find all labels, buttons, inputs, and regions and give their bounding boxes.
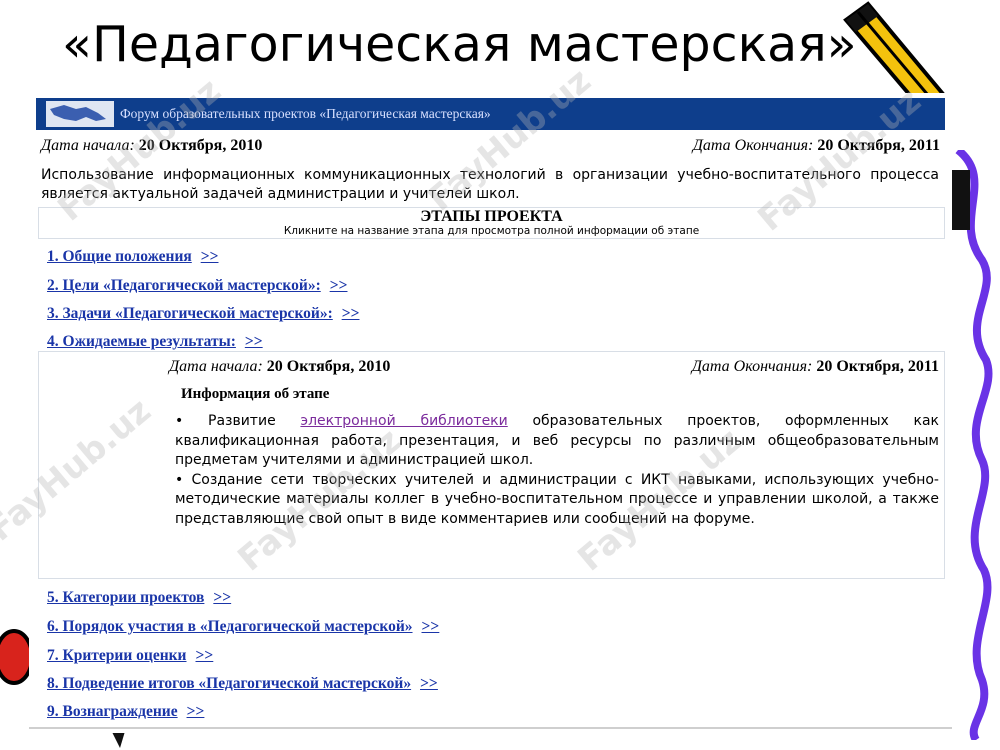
stage-link-1[interactable]: 1. Общие положения >> (47, 248, 218, 266)
banner-title: Форум образовательных проектов «Педагоги… (120, 106, 491, 121)
electronic-library-link[interactable]: электронной библиотеки (300, 413, 507, 429)
stage-link-8[interactable]: 8. Подведение итогов «Педагогической мас… (47, 675, 438, 693)
stage-link-5[interactable]: 5. Категории проектов >> (47, 589, 231, 607)
stage-info-title: Информация об этапе (181, 386, 330, 402)
frame-divider (29, 727, 952, 729)
stages-header: ЭТАПЫ ПРОЕКТА Кликните на название этапа… (38, 207, 945, 239)
stages-heading: ЭТАПЫ ПРОЕКТА (420, 208, 563, 225)
stage-bullet-2: • Создание сети творческих учителей и ад… (175, 471, 939, 527)
stage-link-2[interactable]: 2. Цели «Педагогической мастерской»: >> (47, 277, 347, 295)
stage-end-date: Дата Окончания: 20 Октября, 2011 (691, 358, 939, 375)
stage-bullet-1: • Развитие электронной библиотеки образо… (175, 413, 940, 468)
stage-link-7[interactable]: 7. Критерии оценки >> (47, 647, 213, 665)
intro-text: Использование информационных коммуникаци… (41, 167, 939, 202)
stage-link-9[interactable]: 9. Вознаграждение >> (47, 703, 204, 721)
stage-detail-panel: Дата начала: 20 Октября, 2010 Дата Оконч… (38, 351, 945, 579)
stages-hint: Кликните на название этапа для просмотра… (283, 225, 700, 237)
stage-info-body: • Развитие электронной библиотеки образо… (175, 412, 939, 529)
uzbekistan-map-logo-icon (46, 101, 114, 127)
project-start-date: Дата начала: 20 Октября, 2010 (41, 137, 263, 154)
website-screenshot: Форум образовательных проектов «Педагоги… (29, 93, 952, 733)
stage-link-6[interactable]: 6. Порядок участия в «Педагогической мас… (47, 618, 439, 636)
squiggle-border-icon (952, 150, 993, 740)
stage-start-date: Дата начала: 20 Октября, 2010 (169, 358, 391, 375)
slide-title: «Педагогическая мастерская» (62, 16, 857, 73)
stage-link-4[interactable]: 4. Ожидаемые результаты: >> (47, 333, 263, 351)
site-banner: Форум образовательных проектов «Педагоги… (36, 98, 945, 130)
project-end-date: Дата Окончания: 20 Октября, 2011 (692, 137, 940, 154)
stage-link-3[interactable]: 3. Задачи «Педагогической мастерской»: >> (47, 305, 359, 323)
